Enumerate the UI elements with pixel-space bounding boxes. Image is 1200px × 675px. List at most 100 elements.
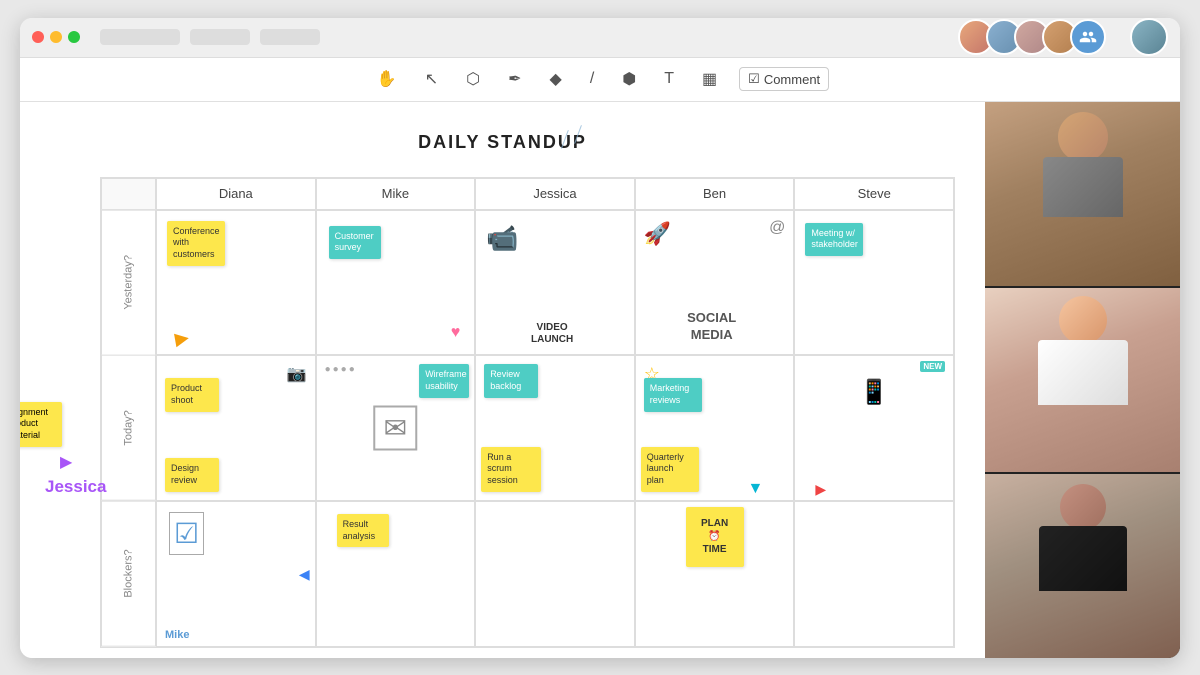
cell-steve-today: NEW 📱 Steve ▶ xyxy=(794,355,954,501)
video-launch-text: VIDEOLAUNCH xyxy=(481,322,623,346)
cell-diana-yesterday: Conference with customers ▶ Diana xyxy=(156,210,316,356)
video-slot-2 xyxy=(985,288,1180,472)
cell-mike-yesterday: Customer survey ♥ xyxy=(316,210,476,356)
traffic-lights xyxy=(32,31,80,43)
board: DAILY STANDUP ⟋⟋ Diana Mike Jessica Ben … xyxy=(40,122,965,658)
shape-tool[interactable]: ⬢ xyxy=(616,65,642,93)
cell-diana-today: 📷 Product shoot Design review xyxy=(156,355,316,501)
sticky-text: Quarterly launch plan xyxy=(647,452,684,485)
cell-mike-today: ✉ Wireframe usability ●●●● xyxy=(316,355,476,501)
plan-time-sticky[interactable]: PLAN⏰TIME xyxy=(686,507,744,567)
sticky-diana-t1[interactable]: Product shoot xyxy=(165,378,219,411)
participants-avatars xyxy=(958,19,1106,55)
row-label-yesterday: Yesterday? xyxy=(101,210,156,356)
avatar-more[interactable] xyxy=(1070,19,1106,55)
sticky-diana-t2[interactable]: Design review xyxy=(165,458,219,491)
minimize-button[interactable] xyxy=(50,31,62,43)
text-tool[interactable]: T xyxy=(658,66,680,92)
sticky-text: Run a scrum session xyxy=(487,452,518,485)
cell-jessica-blockers xyxy=(475,501,635,647)
cell-steve-yesterday: Meeting w/ stakeholder xyxy=(794,210,954,356)
maximize-button[interactable] xyxy=(68,31,80,43)
rocket-icon: 🚀 xyxy=(644,221,671,247)
eraser-tool[interactable]: ⬡ xyxy=(460,65,486,93)
sticky-text: Review backlog xyxy=(490,369,521,391)
nav-item-1[interactable] xyxy=(100,29,180,45)
sticky-ben-t1[interactable]: Marketing reviews xyxy=(644,378,702,411)
video-slot-1 xyxy=(985,102,1180,286)
sticky-jessica-t2[interactable]: Run a scrum session xyxy=(481,447,541,492)
jessica-arrow-outer: ▶ xyxy=(60,452,72,472)
video-slot-3 xyxy=(985,474,1180,658)
video-panel xyxy=(985,102,1180,658)
titlebar xyxy=(20,18,1180,58)
col-header-mike: Mike xyxy=(316,178,476,210)
marker-tool[interactable]: ◆ xyxy=(544,65,568,93)
sticky-text: Conference with customers xyxy=(173,226,220,259)
sticky-mike-y1[interactable]: Customer survey xyxy=(329,226,381,259)
sticky-steve-y1[interactable]: Meeting w/ stakeholder xyxy=(805,223,863,256)
sticky-diana-y1[interactable]: Conference with customers xyxy=(167,221,225,266)
cell-ben-today: ☆ Marketing reviews Quarterly launch pla… xyxy=(635,355,795,501)
outer-sticky-jessica[interactable]: Alignment product material xyxy=(20,402,62,447)
select-tool[interactable]: ↖ xyxy=(419,65,444,93)
sticky-text: Result analysis xyxy=(343,519,376,541)
cell-ben-blockers: PLAN⏰TIME xyxy=(635,501,795,647)
cell-ben-yesterday: 🚀 @ SOCIALMEDIA xyxy=(635,210,795,356)
row-label-blockers: Blockers? xyxy=(101,501,156,647)
mike-arrow: ◀ xyxy=(299,566,310,583)
hand-tool[interactable]: ✋ xyxy=(371,65,403,93)
phone-icon: 📱 xyxy=(859,378,889,407)
sticky-ben-t2[interactable]: Quarterly launch plan xyxy=(641,447,699,492)
current-user-avatar[interactable] xyxy=(1130,18,1168,56)
at-icon: @ xyxy=(769,219,785,237)
app-window: ✋ ↖ ⬡ ✒ ◆ / ⬢ T ▦ ☑ Comment DAILY STANDU… xyxy=(20,18,1180,658)
wireframe-sketch: ✉ xyxy=(374,405,417,450)
row-label-today: Today? xyxy=(101,355,156,501)
nav-item-2[interactable] xyxy=(190,29,250,45)
sticky-tool[interactable]: ▦ xyxy=(696,65,723,93)
sticky-text: Marketing reviews xyxy=(650,383,690,405)
sticky-text: Wireframe usability xyxy=(425,369,467,391)
toolbar: ✋ ↖ ⬡ ✒ ◆ / ⬢ T ▦ ☑ Comment xyxy=(20,58,1180,102)
video-person-2 xyxy=(985,288,1180,472)
nav-bar xyxy=(100,29,320,45)
sticky-text: Product shoot xyxy=(171,383,202,405)
cell-diana-blockers: ☑ Mike ◀ xyxy=(156,501,316,647)
sticky-text: Design review xyxy=(171,463,199,485)
col-header-steve: Steve xyxy=(794,178,954,210)
sticky-mike-b1[interactable]: Result analysis xyxy=(337,514,389,547)
video-person-3 xyxy=(985,474,1180,658)
social-media-text: SOCIALMEDIA xyxy=(641,310,783,344)
sticky-jessica-t1[interactable]: Review backlog xyxy=(484,364,538,397)
sticky-text: Customer survey xyxy=(335,231,374,253)
nav-item-3[interactable] xyxy=(260,29,320,45)
video-person-1 xyxy=(985,102,1180,286)
ben-arrow: ▼ xyxy=(748,480,764,498)
cell-jessica-today: Review backlog Run a scrum session xyxy=(475,355,635,501)
sticky-text: Meeting w/ stakeholder xyxy=(811,228,858,250)
pen-tool[interactable]: ✒ xyxy=(502,65,527,93)
close-button[interactable] xyxy=(32,31,44,43)
sticky-mike-t1[interactable]: Wireframe usability xyxy=(419,364,469,397)
steve-arrow: ▶ xyxy=(815,481,826,498)
dots-deco: ●●●● xyxy=(325,364,357,375)
col-header-jessica: Jessica xyxy=(475,178,635,210)
main-area: DAILY STANDUP ⟋⟋ Diana Mike Jessica Ben … xyxy=(20,102,1180,658)
comment-button[interactable]: ☑ Comment xyxy=(739,67,829,91)
cell-mike-blockers: Result analysis xyxy=(316,501,476,647)
col-header-diana: Diana xyxy=(156,178,316,210)
heart-icon: ♥ xyxy=(451,324,461,342)
cell-steve-blockers xyxy=(794,501,954,647)
cell-jessica-yesterday: 📹 VIDEOLAUNCH xyxy=(475,210,635,356)
grid-corner xyxy=(101,178,156,210)
line-tool[interactable]: / xyxy=(584,66,600,92)
jessica-cursor-outer: Jessica xyxy=(45,477,106,497)
col-header-ben: Ben xyxy=(635,178,795,210)
camera-deco-icon: 📷 xyxy=(287,364,307,384)
canvas[interactable]: DAILY STANDUP ⟋⟋ Diana Mike Jessica Ben … xyxy=(20,102,985,658)
standup-grid: Diana Mike Jessica Ben Steve Yesterday? … xyxy=(100,177,955,648)
diana-arrow: ▶ xyxy=(173,327,190,350)
mike-cursor-label: Mike xyxy=(165,629,189,641)
comment-label: Comment xyxy=(764,72,820,87)
